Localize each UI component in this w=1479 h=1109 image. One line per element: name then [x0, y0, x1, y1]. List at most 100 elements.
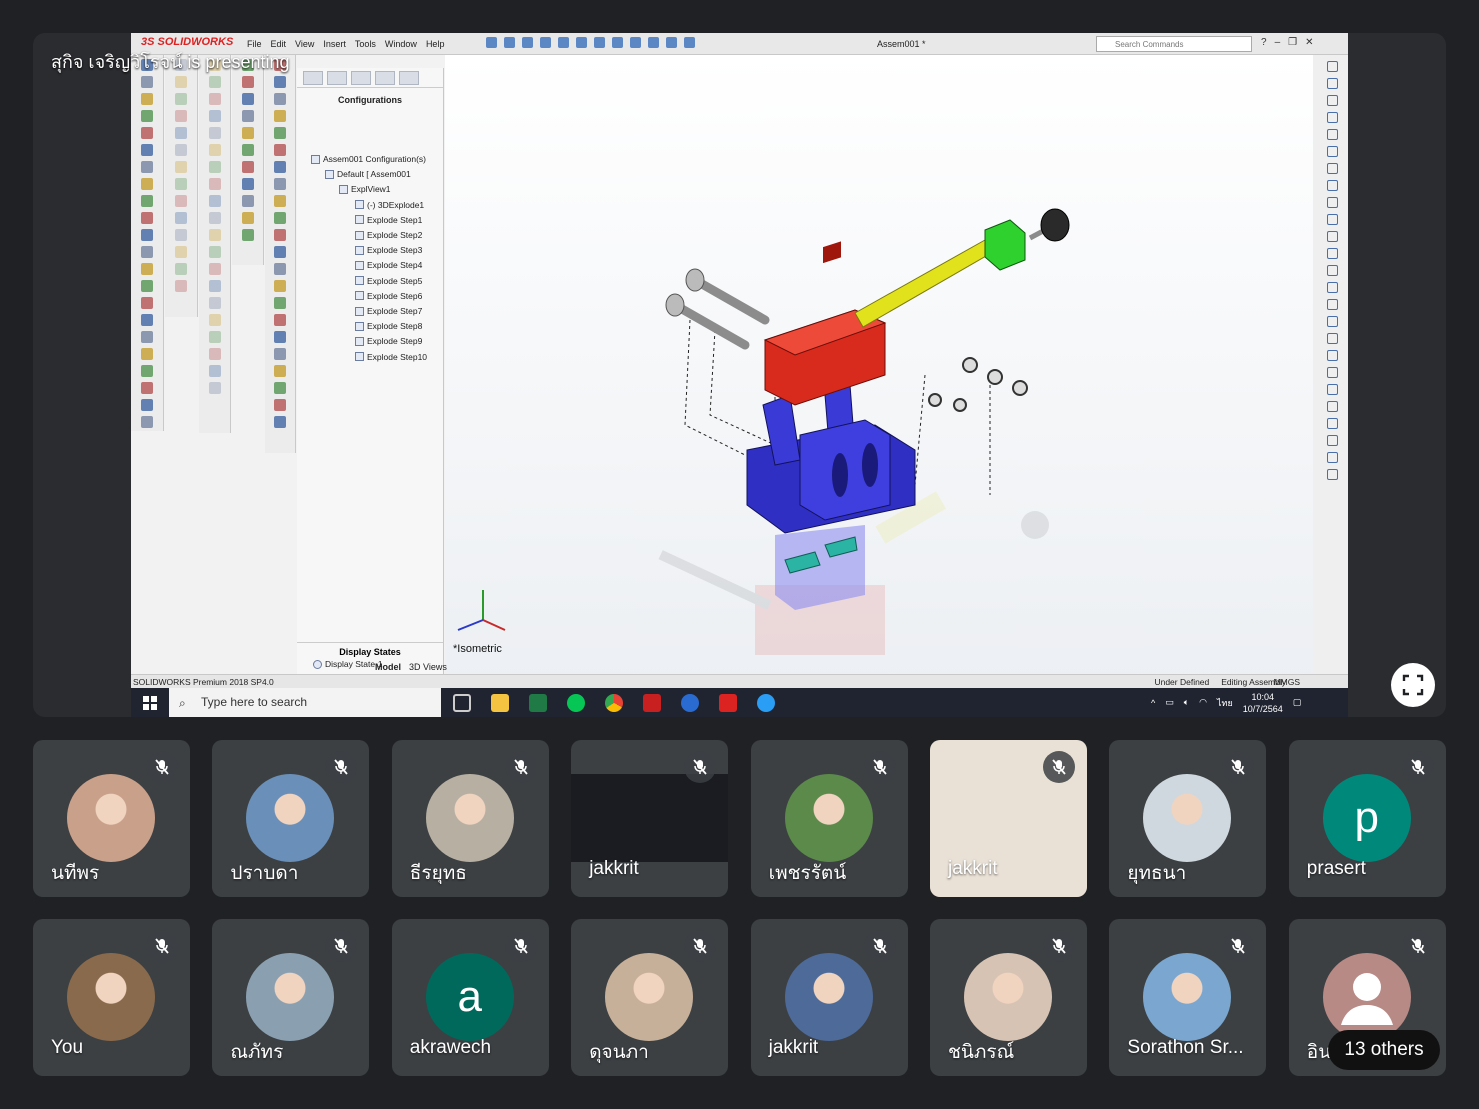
tree-item[interactable]: ExplView1 [339, 184, 391, 194]
command-tool-icon[interactable] [208, 297, 221, 309]
command-tool-icon[interactable] [241, 178, 254, 190]
chevron-up-icon[interactable]: ^ [1151, 698, 1155, 708]
sketch-tool-icon[interactable] [1327, 163, 1338, 174]
browser-app-icon[interactable] [681, 694, 699, 712]
command-tool-icon[interactable] [175, 161, 187, 173]
command-tool-icon[interactable] [141, 297, 153, 309]
command-tool-icon[interactable] [241, 144, 254, 156]
command-tool-icon[interactable] [274, 399, 286, 411]
sketch-tool-icon[interactable] [1327, 180, 1338, 191]
display-tab[interactable] [399, 71, 419, 85]
command-tool-icon[interactable] [141, 93, 153, 105]
toolbar-tool-icon[interactable] [648, 37, 659, 48]
tree-item[interactable]: Explode Step3 [355, 245, 422, 255]
sketch-tool-icon[interactable] [1327, 299, 1338, 310]
command-tool-icon[interactable] [175, 93, 187, 105]
command-tool-icon[interactable] [208, 348, 221, 360]
command-tool-icon[interactable] [208, 110, 221, 122]
command-tool-icon[interactable] [208, 314, 221, 326]
sketch-tool-icon[interactable] [1327, 350, 1338, 361]
line-app-icon[interactable] [567, 694, 585, 712]
windows-start-icon[interactable] [143, 696, 157, 710]
command-tool-icon[interactable] [175, 229, 187, 241]
command-tool-icon[interactable] [274, 178, 286, 190]
command-tool-icon[interactable] [141, 76, 153, 88]
minimize-icon[interactable]: – [1275, 37, 1281, 48]
command-tool-icon[interactable] [208, 76, 221, 88]
task-view-icon[interactable] [453, 694, 471, 712]
tab-model[interactable]: Model [375, 662, 401, 672]
units-selector[interactable]: MMGS [1274, 677, 1300, 687]
command-tool-icon[interactable] [175, 144, 187, 156]
participant-tile[interactable]: นทีพร [33, 740, 190, 897]
command-tool-icon[interactable] [274, 263, 286, 275]
command-tool-icon[interactable] [208, 93, 221, 105]
sketch-tool-icon[interactable] [1327, 231, 1338, 242]
sketch-tool-icon[interactable] [1327, 61, 1338, 72]
tree-item[interactable]: Explode Step7 [355, 306, 422, 316]
command-tool-icon[interactable] [274, 161, 286, 173]
command-tool-icon[interactable] [141, 280, 153, 292]
notification-icon[interactable]: ▢ [1293, 697, 1302, 708]
sketch-tool-icon[interactable] [1327, 129, 1338, 140]
command-tool-icon[interactable] [208, 382, 221, 394]
toolbar-tool-icon[interactable] [522, 37, 533, 48]
command-tool-icon[interactable] [274, 110, 286, 122]
restore-icon[interactable]: ❐ [1288, 37, 1297, 48]
menu-item[interactable]: Help [426, 39, 445, 49]
command-tool-icon[interactable] [208, 246, 221, 258]
sketch-tool-icon[interactable] [1327, 265, 1338, 276]
participant-tile[interactable]: ธีรยุทธ [391, 740, 549, 897]
command-tool-icon[interactable] [274, 229, 286, 241]
toolbar-tool-icon[interactable] [612, 37, 623, 48]
solidworks-app-icon[interactable] [719, 694, 737, 712]
command-tool-icon[interactable] [175, 263, 187, 275]
command-tool-icon[interactable] [208, 229, 221, 241]
command-tool-icon[interactable] [274, 331, 286, 343]
tree-item[interactable]: Explode Step9 [355, 336, 422, 346]
command-tool-icon[interactable] [141, 110, 153, 122]
command-tool-icon[interactable] [141, 314, 153, 326]
command-tool-icon[interactable] [274, 144, 286, 156]
command-tool-icon[interactable] [208, 331, 221, 343]
property-tab[interactable] [327, 71, 347, 85]
command-tool-icon[interactable] [141, 331, 153, 343]
command-tool-icon[interactable] [141, 246, 153, 258]
tree-item[interactable]: Assem001 Configuration(s) [311, 154, 426, 164]
acrobat-icon[interactable] [643, 694, 661, 712]
command-tool-icon[interactable] [241, 195, 254, 207]
others-count-button[interactable]: 13 others [1328, 1030, 1440, 1070]
command-tool-icon[interactable] [274, 416, 286, 428]
tree-item[interactable]: (-) 3DExplode1 [355, 200, 424, 210]
command-tool-icon[interactable] [141, 144, 153, 156]
command-tool-icon[interactable] [274, 76, 286, 88]
command-tool-icon[interactable] [141, 229, 153, 241]
command-tool-icon[interactable] [208, 178, 221, 190]
sketch-tool-icon[interactable] [1327, 418, 1338, 429]
command-tool-icon[interactable] [175, 178, 187, 190]
sketch-tool-icon[interactable] [1327, 248, 1338, 259]
tree-item[interactable]: Explode Step4 [355, 260, 422, 270]
wifi-icon[interactable]: ◠ [1199, 697, 1207, 708]
command-tool-icon[interactable] [241, 229, 254, 241]
dimxpert-tab[interactable] [375, 71, 395, 85]
sketch-tool-icon[interactable] [1327, 78, 1338, 89]
battery-icon[interactable]: ▭ [1165, 697, 1174, 708]
participant-tile[interactable]: Sorathon Sr... [1109, 919, 1267, 1076]
command-tool-icon[interactable] [241, 76, 254, 88]
sketch-tool-icon[interactable] [1327, 367, 1338, 378]
participant-tile[interactable]: jakkrit [571, 740, 729, 897]
command-tool-icon[interactable] [141, 416, 153, 428]
tree-item[interactable]: Explode Step8 [355, 321, 422, 331]
sketch-tool-icon[interactable] [1327, 401, 1338, 412]
toolbar-tool-icon[interactable] [594, 37, 605, 48]
participant-tile[interactable]: ดุจนภา [571, 919, 729, 1076]
command-tool-icon[interactable] [241, 212, 254, 224]
sketch-tool-icon[interactable] [1327, 316, 1338, 327]
system-clock[interactable]: 10:04 10/7/2564 [1243, 691, 1283, 715]
command-tool-icon[interactable] [241, 110, 254, 122]
internet-explorer-icon[interactable] [757, 694, 775, 712]
command-tool-icon[interactable] [208, 263, 221, 275]
tree-item[interactable]: Explode Step2 [355, 230, 422, 240]
close-icon[interactable]: ✕ [1305, 37, 1313, 48]
